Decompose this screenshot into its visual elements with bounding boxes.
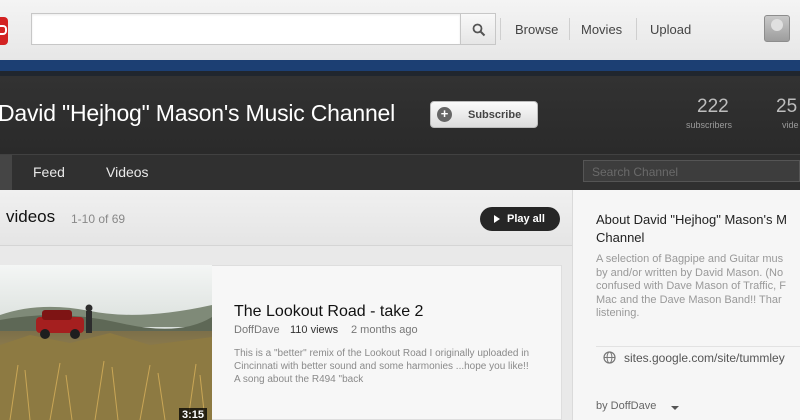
about-title-line: Channel xyxy=(596,230,645,245)
nav-divider xyxy=(500,18,501,40)
videos-range: 1-10 of 69 xyxy=(71,212,126,226)
nav-divider xyxy=(569,18,570,40)
about-line: by and/or written by David Mason. (No xyxy=(596,266,784,279)
user-avatar[interactable] xyxy=(764,15,790,42)
channel-search-input[interactable]: Search Channel xyxy=(583,160,800,182)
about-line: listening. xyxy=(596,307,640,319)
video-author[interactable]: DoffDave xyxy=(234,324,280,336)
nav-browse[interactable]: Browse xyxy=(515,22,558,37)
search-icon xyxy=(472,23,486,37)
subscriber-count: 222 xyxy=(697,96,729,117)
channel-title: David "Hejhog" Mason's Music Channel xyxy=(0,100,396,126)
video-thumbnail[interactable] xyxy=(0,265,212,420)
video-description: This is a "better" remix of the Lookout … xyxy=(234,348,530,385)
tab-videos[interactable]: Videos xyxy=(106,164,149,180)
nav-divider xyxy=(636,18,637,40)
subscribe-label: Subscribe xyxy=(468,109,522,121)
video-title[interactable]: The Lookout Road - take 2 xyxy=(234,303,423,321)
about-title-line: About David "Hejhog" Mason's M xyxy=(596,212,787,227)
chevron-down-icon[interactable] xyxy=(671,406,679,410)
play-all-label: Play all xyxy=(507,213,545,225)
video-age: 2 months ago xyxy=(351,324,418,336)
website-link[interactable]: sites.google.com/site/tummley xyxy=(624,351,785,365)
about-line: confused with Dave Mason of Traffic, F xyxy=(596,280,786,292)
video-duration: 3:15 xyxy=(179,408,208,420)
about-line: A selection of Bagpipe and Guitar mus xyxy=(596,253,784,265)
nav-upload[interactable]: Upload xyxy=(650,22,691,37)
header-strip xyxy=(0,60,800,76)
thumbnail-image xyxy=(0,265,212,420)
nav-movies[interactable]: Movies xyxy=(581,22,622,37)
video-count-label: vide xyxy=(782,120,799,130)
by-user-menu[interactable]: by DoffDave xyxy=(596,400,656,412)
logo-icon[interactable] xyxy=(0,17,8,45)
video-views: 110 views xyxy=(290,324,339,336)
tab-home[interactable] xyxy=(0,155,12,190)
subscriber-label: subscribers xyxy=(686,120,733,130)
videos-heading: videos xyxy=(6,207,56,226)
play-icon xyxy=(494,215,500,223)
tab-feed[interactable]: Feed xyxy=(33,164,65,180)
globe-icon xyxy=(603,351,616,364)
video-count: 25 xyxy=(776,96,798,117)
about-description: A selection of Bagpipe and Guitar mus by… xyxy=(596,253,800,321)
search-button[interactable] xyxy=(460,13,496,45)
about-title: About David "Hejhog" Mason's M Channel xyxy=(596,211,800,247)
plus-icon: + xyxy=(437,107,452,122)
play-all-button[interactable]: Play all xyxy=(480,207,560,231)
subscribe-button[interactable]: + Subscribe xyxy=(430,101,538,128)
search-input[interactable] xyxy=(31,13,461,45)
about-line: Mac and the Dave Mason Band!! Thar xyxy=(596,293,782,306)
